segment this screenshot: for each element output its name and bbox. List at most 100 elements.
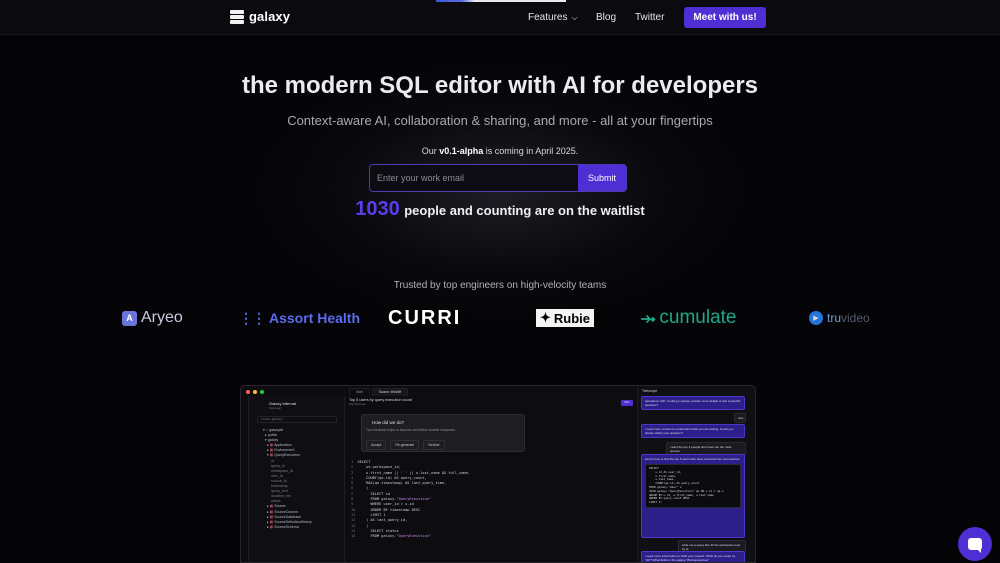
truvideo-wordmark-a: tru (827, 311, 842, 325)
hero-title: the modern SQL editor with AI for develo… (241, 72, 759, 99)
tree-label: id (271, 458, 274, 463)
cumulate-logo-icon: ⤞ (641, 307, 656, 328)
rubie-logo-icon: ✦ (540, 310, 551, 325)
editor-tabs: Start Source: bf4cf4ff (345, 388, 409, 396)
brand-curri: CURRI (388, 306, 461, 330)
submit-button[interactable]: Submit (578, 165, 626, 191)
brand-truvideo: ▶ truvideo (809, 306, 870, 330)
sql-code-block: 1 SELECT 2 ws.workspace_id, 3 u.first_na… (351, 460, 471, 539)
query-title: Top 5 users by query execution count PQ … (349, 398, 412, 406)
tree-label: timestamp (271, 484, 288, 489)
chat-bubble-icon (968, 538, 982, 553)
waitlist-counter: 1030 people and counting are on the wait… (0, 198, 1000, 221)
table-icon: ▦ (269, 514, 274, 519)
tree-label: Application (274, 443, 292, 448)
brand-cumulate: ⤞ cumulate (641, 306, 737, 330)
assistant-message: Here's how to find the top 5 users who h… (641, 454, 745, 538)
assort-logo-icon: ⋮⋮ (239, 309, 266, 326)
feedback-popup: How did we do? Your feedback helps us im… (361, 414, 525, 452)
feedback-desc: Your feedback helps us improve and deliv… (366, 428, 456, 432)
schema-explorer: Galaxy Internal Personal local-galaxy ▾ … (249, 396, 345, 562)
tree-label: status (271, 499, 281, 504)
assistant-message: I need more context to understand what y… (641, 424, 745, 438)
window-controls (246, 390, 264, 394)
cumulate-wordmark: cumulate (659, 307, 737, 328)
table-icon: ▦ (269, 504, 274, 509)
tree-label: duration_ms (271, 494, 291, 499)
table-icon: ▦ (269, 448, 274, 453)
regenerate-action: Re-generate (390, 440, 420, 450)
tree-label: Source (274, 504, 286, 509)
tree-label: SourceDatabase (274, 514, 301, 519)
table-icon: ▦ (269, 524, 274, 529)
explorer-search: local-galaxy (257, 416, 337, 423)
accept-action: Accept (366, 440, 387, 450)
brand-rubie: ✦ Rubie (536, 306, 595, 330)
truvideo-wordmark: truvideo (827, 311, 870, 325)
rubie-wordmark: Rubie (553, 310, 591, 326)
activity-bar (241, 396, 249, 562)
assistant-message: I need more information to fulfill your … (641, 551, 745, 562)
tree-label: query_id (271, 463, 285, 468)
meet-with-us-button[interactable]: Meet with us! (684, 7, 766, 28)
waitlist-count: 1030 (355, 198, 400, 220)
schema-tree: ▾ ○ galaxydb ▸ public ▾ galaxy ▸ ▦ Appli… (263, 428, 312, 530)
minimize-dot-icon (253, 390, 257, 394)
query-sub-text: PQ Schema (349, 402, 366, 406)
nav-features-label: Features (528, 12, 568, 23)
nav-blog-link[interactable]: Blog (596, 0, 616, 35)
rubie-logo: ✦ Rubie (536, 309, 595, 327)
tree-label: source_id (271, 478, 287, 483)
project-name: Galaxy Internal Personal (269, 401, 296, 410)
assort-wordmark: Assort Health (269, 310, 361, 326)
release-note: Our v0.1-alpha is coming in April 2025. (0, 146, 1000, 156)
tree-label: SourceDefinitionHistory (274, 519, 312, 524)
galaxy-logo-icon (230, 9, 244, 24)
editor-tab: Source: bf4cf4ff (371, 388, 409, 396)
tree-item: ▸ ▦ SourceSchema (263, 524, 299, 529)
trusted-heading: Trusted by top engineers on high-velocit… (393, 280, 607, 291)
truvideo-wordmark-b: video (841, 311, 870, 325)
assistant-code-block: SELECT u.id AS user_id, u.first_name, u.… (645, 464, 741, 508)
editor-tab: Start (349, 388, 370, 396)
table-icon: ▦ (269, 519, 274, 524)
curri-wordmark: CURRI (388, 306, 462, 329)
app-preview-screenshot: Galaxy Internal Personal local-galaxy ▾ … (240, 385, 756, 563)
brand-assort-health: ⋮⋮ Assort Health (239, 306, 360, 330)
release-prefix: Our (421, 146, 440, 156)
nav-features[interactable]: Features ⌵ (528, 0, 578, 35)
hero-subtitle: Context-aware AI, collaboration & sharin… (287, 113, 713, 128)
tree-label: query_text (271, 489, 288, 494)
user-message: why (734, 413, 746, 423)
tree-label: SourceColumn (274, 509, 298, 514)
tree-label: galaxydb (268, 428, 284, 432)
galaxy-logo[interactable]: galaxy (230, 9, 290, 24)
assistant-message: assistance with. Could you please provid… (641, 396, 745, 410)
project-sub-text: Personal (269, 406, 281, 410)
nav-twitter-link[interactable]: Twitter (635, 0, 664, 35)
tree-label: QueryExecution (274, 453, 300, 458)
sql-editor-pane: Start Source: bf4cf4ff Top 5 users by qu… (345, 386, 637, 562)
email-input[interactable] (370, 165, 578, 191)
release-suffix: is coming in April 2025. (483, 146, 579, 156)
aryeo-logo-icon: A (122, 310, 137, 326)
tree-label: galaxy (267, 438, 279, 443)
waitlist-form: Submit (369, 164, 627, 192)
chat-widget-button[interactable] (958, 527, 992, 561)
table-icon: ▦ (269, 509, 274, 514)
table-icon: ▦ (269, 443, 274, 448)
tree-label: public (267, 433, 278, 438)
assistant-header: Telescope (642, 389, 658, 393)
feedback-title: How did we do? (372, 420, 405, 425)
aryeo-wordmark: Aryeo (141, 309, 183, 326)
tree-label: workspace_id (271, 468, 293, 473)
close-dot-icon (246, 390, 250, 394)
brand-aryeo: A Aryeo (122, 306, 183, 330)
truvideo-play-icon: ▶ (809, 311, 823, 325)
tree-label: user_id (271, 473, 283, 478)
top-navigation-bar: galaxy Features ⌵ Blog Twitter Meet with… (0, 0, 1000, 35)
chevron-down-icon: ⌵ (571, 12, 578, 22)
maximize-dot-icon (260, 390, 264, 394)
run-query-button: Run (621, 400, 633, 406)
decline-action: Decline (423, 440, 445, 450)
